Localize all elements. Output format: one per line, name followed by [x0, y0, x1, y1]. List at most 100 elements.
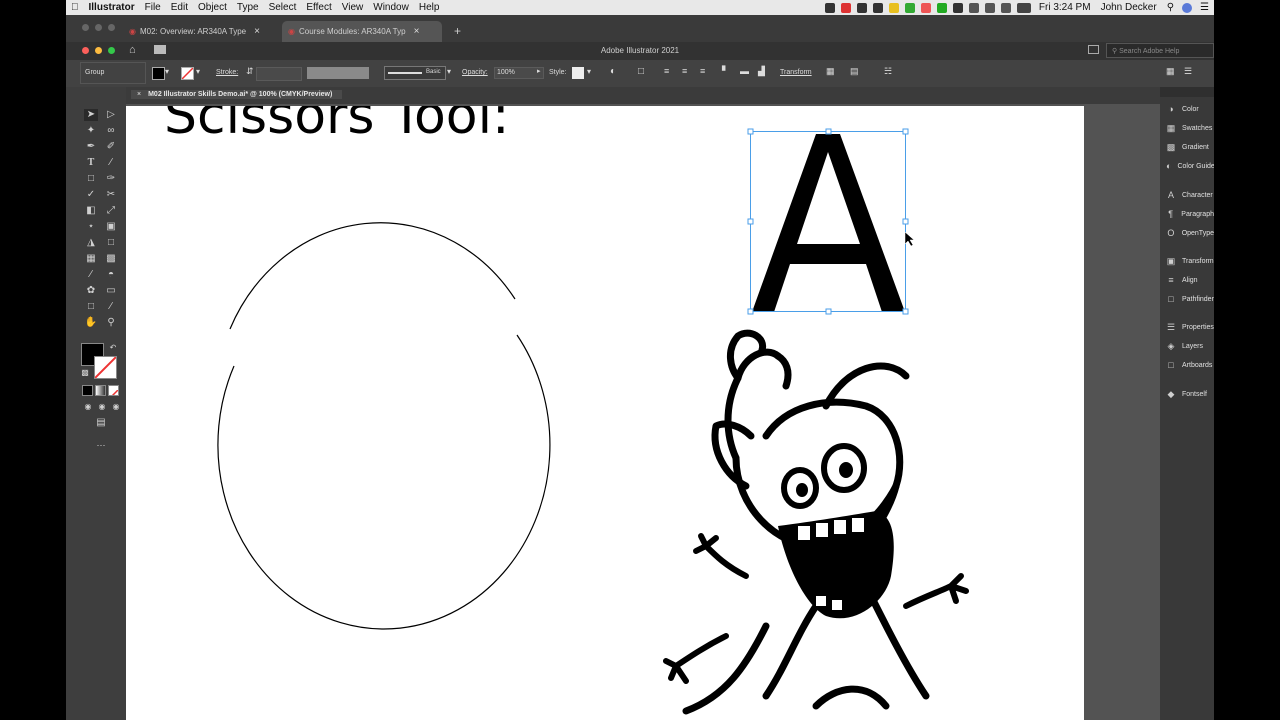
menu-select[interactable]: Select: [269, 2, 297, 13]
mesh-tool-icon[interactable]: ▦: [84, 253, 98, 265]
close-icon[interactable]: ×: [254, 26, 260, 37]
draw-behind-icon[interactable]: ◉: [95, 401, 109, 413]
close-icon[interactable]: ×: [414, 26, 420, 37]
hand-tool-icon[interactable]: ✋: [84, 317, 98, 329]
stroke-swatch[interactable]: [181, 67, 194, 80]
menu-window[interactable]: Window: [373, 2, 409, 13]
chevron-down-icon[interactable]: ▾: [165, 67, 169, 76]
document-tab[interactable]: × M02 Illustrator Skills Demo.ai* @ 100% …: [131, 90, 343, 99]
draw-inside-icon[interactable]: ◉: [109, 401, 123, 413]
align-bottom-icon[interactable]: ▟: [758, 66, 765, 77]
panel-tab-properties[interactable]: ☰ Properties: [1166, 321, 1214, 333]
align-center-icon[interactable]: ≡: [682, 66, 687, 76]
paintbrush-tool-icon[interactable]: ✑: [104, 173, 118, 185]
spotlight-search-icon[interactable]: ⚲: [1167, 2, 1174, 13]
panel-tab-artboards[interactable]: □ Artboards: [1166, 359, 1214, 371]
chevron-down-icon[interactable]: ▾: [447, 67, 451, 76]
selection-tool-icon[interactable]: ➤: [84, 109, 98, 121]
align-middle-icon[interactable]: ▬: [740, 66, 749, 76]
stepper-icon[interactable]: ⇵: [246, 66, 254, 77]
align-right-icon[interactable]: ≡: [700, 66, 705, 76]
graph-tool-icon[interactable]: ▭: [104, 285, 118, 297]
opacity-label[interactable]: Opacity:: [462, 69, 488, 76]
blend-tool-icon[interactable]: ◓: [104, 269, 118, 281]
dropbox-icon[interactable]: [856, 2, 867, 13]
chevron-down-icon[interactable]: ▾: [587, 67, 591, 76]
monster-illustration[interactable]: [682, 329, 930, 715]
shape-builder-tool-icon[interactable]: ◮: [84, 237, 98, 249]
arrange-documents-icon[interactable]: ▦: [1166, 66, 1175, 77]
panel-toggle-icon[interactable]: [1088, 45, 1099, 54]
slice-tool-icon[interactable]: ∕: [104, 301, 118, 313]
free-transform-tool-icon[interactable]: ▣: [104, 221, 118, 233]
user-name[interactable]: John Decker: [1101, 2, 1157, 13]
tray-icon[interactable]: [840, 2, 851, 13]
close-icon[interactable]: ×: [137, 91, 141, 98]
tray-icon[interactable]: [920, 2, 931, 13]
fill-swatch[interactable]: [152, 67, 165, 80]
swap-fill-stroke-icon[interactable]: ↶: [106, 342, 120, 354]
panel-tab-opentype[interactable]: O OpenType: [1166, 227, 1214, 239]
new-tab-button[interactable]: +: [454, 24, 461, 38]
stroke-color-box[interactable]: [94, 356, 117, 379]
tray-icon[interactable]: [952, 2, 963, 13]
width-tool-icon[interactable]: ⋆: [84, 221, 98, 233]
tray-icon[interactable]: [936, 2, 947, 13]
recolor-artwork-icon[interactable]: ◐: [610, 66, 616, 77]
panel-tab-color[interactable]: ◑ Color: [1166, 103, 1214, 115]
stroke-weight-input[interactable]: [256, 67, 302, 81]
menu-file[interactable]: File: [145, 2, 161, 13]
tray-icon[interactable]: [904, 2, 915, 13]
menu-object[interactable]: Object: [198, 2, 227, 13]
screen-mode-icon[interactable]: ▤: [93, 417, 109, 429]
wifi-icon[interactable]: [984, 2, 995, 13]
arrange-icon[interactable]: ▤: [850, 66, 859, 77]
battery-icon[interactable]: [1016, 2, 1031, 13]
panel-tab-character[interactable]: A Character: [1166, 189, 1214, 201]
live-paint-tool-icon[interactable]: □: [104, 237, 118, 249]
app-menu[interactable]: Illustrator: [89, 2, 135, 13]
symbol-sprayer-tool-icon[interactable]: ✿: [84, 285, 98, 297]
browser-tab[interactable]: ◉ M02: Overview: AR340A Type ×: [123, 21, 278, 42]
scissors-tool-icon[interactable]: ✂: [104, 189, 118, 201]
type-tool-icon[interactable]: T: [84, 157, 98, 169]
reflect-tool-icon[interactable]: ◧: [84, 205, 98, 217]
isolate-icon[interactable]: ▦: [826, 66, 835, 77]
panel-tab-transform[interactable]: ▣ Transform: [1166, 255, 1214, 267]
variable-width-profile[interactable]: [307, 67, 369, 79]
zoom-tool-icon[interactable]: ⚲: [104, 317, 118, 329]
magic-wand-tool-icon[interactable]: ✦: [84, 125, 98, 137]
panel-tab-align[interactable]: ≡ Align: [1166, 274, 1214, 286]
panel-tab-color-guide[interactable]: ◐ Color Guide: [1166, 160, 1214, 172]
display-icon[interactable]: [968, 2, 979, 13]
help-search-input[interactable]: ⚲ Search Adobe Help: [1106, 43, 1214, 58]
notification-center-icon[interactable]: ☰: [1200, 2, 1209, 13]
panel-tab-swatches[interactable]: ▦ Swatches: [1166, 122, 1214, 134]
panel-menu-icon[interactable]: ☰: [1184, 66, 1192, 77]
menu-view[interactable]: View: [342, 2, 364, 13]
none-mode-button[interactable]: [108, 385, 119, 396]
rectangle-tool-icon[interactable]: □: [84, 173, 98, 185]
browser-tab-active[interactable]: ◉ Course Modules: AR340A Typ ×: [282, 21, 442, 42]
brush-definition-dropdown[interactable]: Basic: [384, 66, 446, 80]
monster-eyes[interactable]: [781, 443, 867, 509]
scale-tool-icon[interactable]: ⤢: [104, 205, 118, 217]
menu-edit[interactable]: Edit: [171, 2, 188, 13]
volume-icon[interactable]: [1000, 2, 1011, 13]
panel-dock-header[interactable]: [1160, 87, 1214, 97]
letter-a-outline[interactable]: [752, 134, 905, 312]
lasso-tool-icon[interactable]: ∞: [104, 125, 118, 137]
menu-effect[interactable]: Effect: [306, 2, 331, 13]
circle-segment-top[interactable]: [229, 222, 516, 330]
graphic-style-swatch[interactable]: [572, 67, 584, 79]
circle-segment-bottom[interactable]: [217, 334, 551, 630]
pen-tool-icon[interactable]: ✒: [84, 141, 98, 153]
tray-icon[interactable]: [888, 2, 899, 13]
gradient-tool-icon[interactable]: ▩: [104, 253, 118, 265]
artboard[interactable]: Scissors Tool:: [126, 106, 1084, 720]
align-to-icon[interactable]: □: [638, 66, 644, 77]
chevron-right-icon[interactable]: ▸: [537, 67, 541, 75]
menu-type[interactable]: Type: [237, 2, 259, 13]
transform-link[interactable]: Transform: [780, 69, 812, 76]
panel-tab-gradient[interactable]: ▩ Gradient: [1166, 141, 1214, 153]
